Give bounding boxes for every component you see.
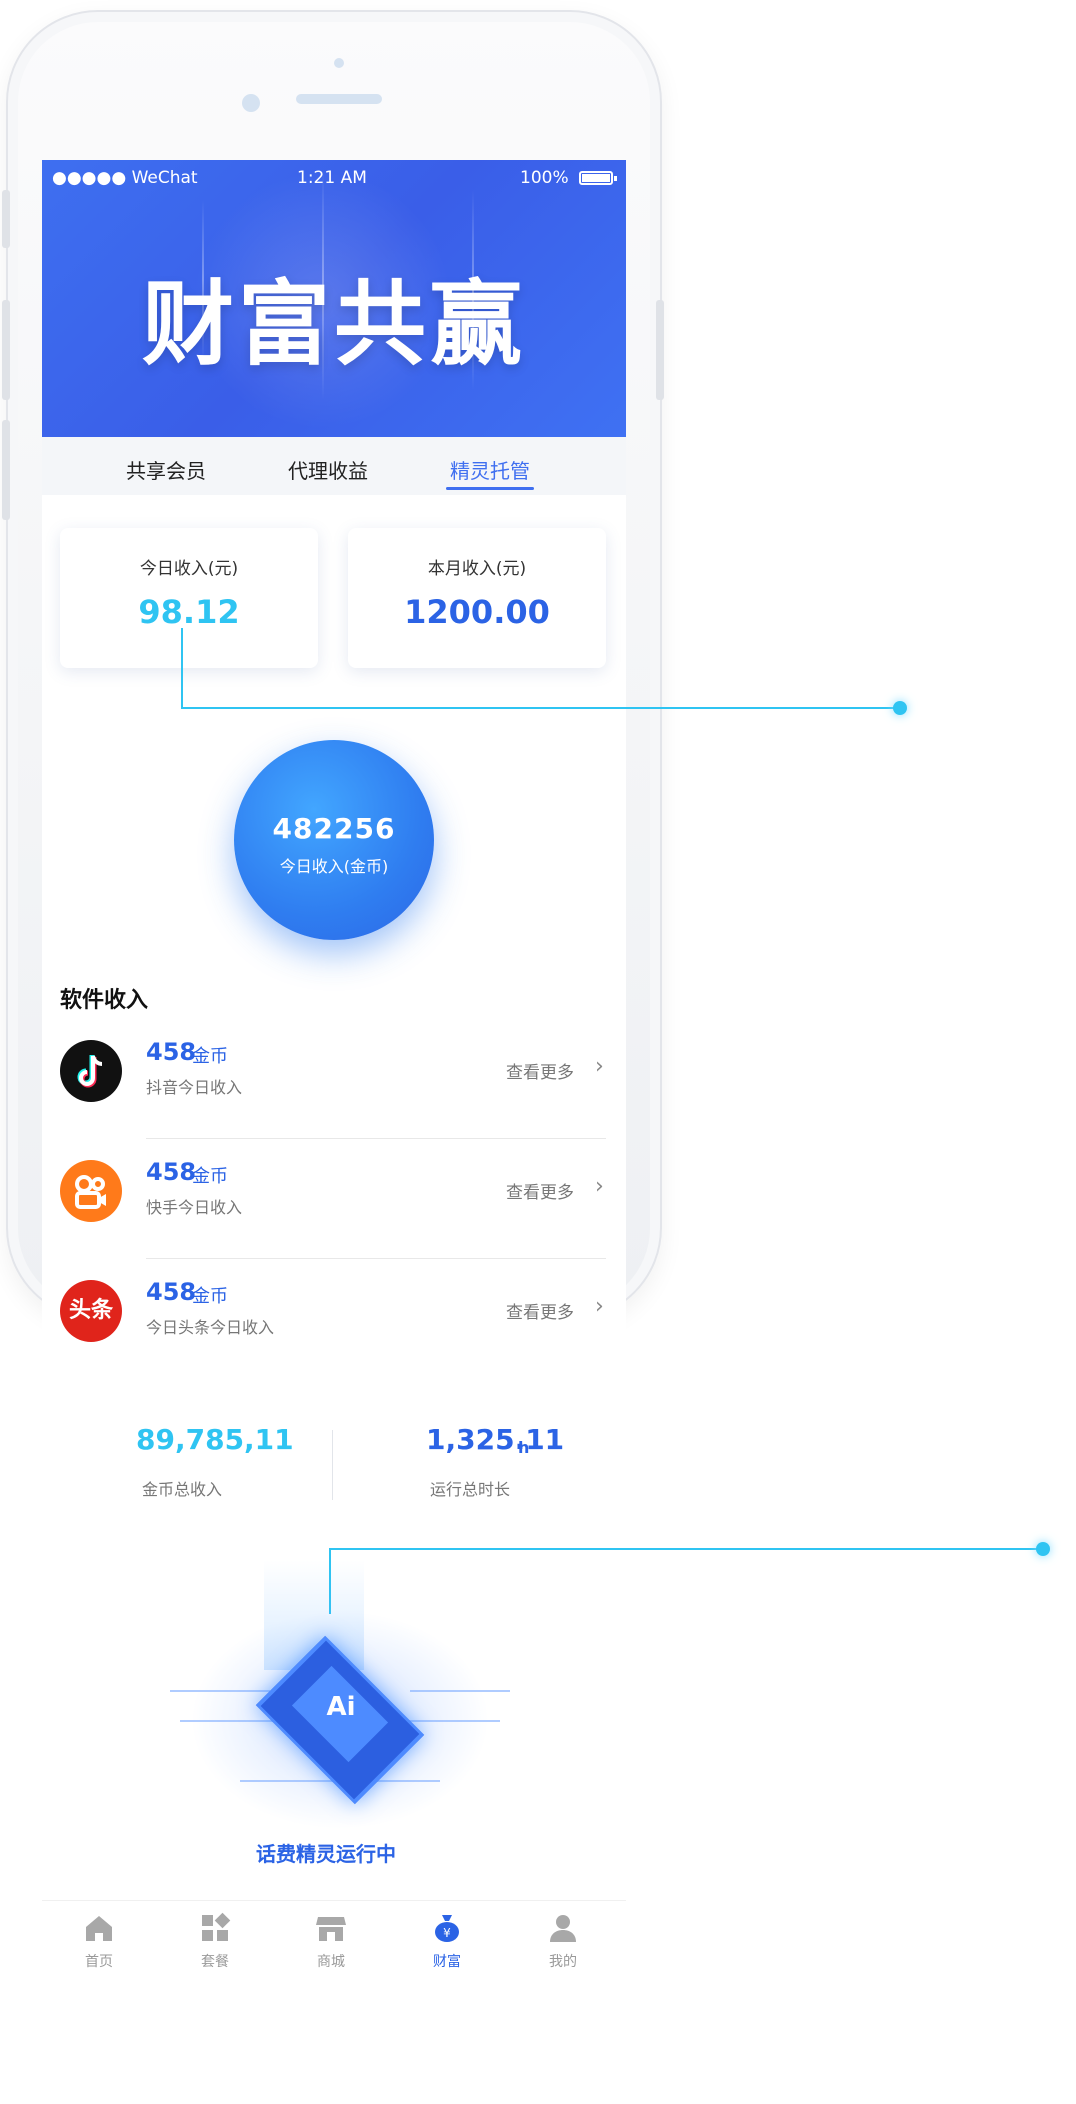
front-camera: [242, 94, 260, 112]
running-status: 话费精灵运行中: [256, 1842, 396, 1866]
today-income-value: 98.12: [138, 593, 240, 631]
coin-income-value: 482256: [272, 812, 396, 845]
bottom-nav: 首页 套餐 商城 ¥ 财富 我的: [42, 1900, 626, 1990]
hero-banner: ●●●●● WeChat 1:21 AM 100% 财富共赢: [42, 160, 626, 437]
software-income-title: 软件收入: [60, 988, 149, 1013]
status-bar: ●●●●● WeChat 1:21 AM 100%: [42, 160, 626, 192]
active-tab-indicator: [446, 487, 534, 490]
speaker: [296, 94, 382, 104]
nav-label: 首页: [85, 1954, 113, 1970]
coins-total-value: 89,785,11: [136, 1423, 294, 1456]
item-unit: 金币: [192, 1286, 228, 1307]
item-desc: 快手今日收入: [146, 1198, 243, 1217]
list-item[interactable]: 458 金币 抖音今日收入 查看更多 ›: [42, 1030, 626, 1110]
view-more-link[interactable]: 查看更多: [506, 1058, 574, 1083]
circuit-line: [410, 1690, 510, 1692]
today-income-card[interactable]: 今日收入(元) 98.12: [60, 528, 318, 668]
list-item[interactable]: 头条 458 金币 今日头条今日收入 查看更多 ›: [42, 1270, 626, 1350]
home-icon: [86, 1916, 112, 1941]
chevron-right-icon: ›: [595, 1174, 604, 1199]
power-button: [656, 300, 664, 400]
month-income-value: 1200.00: [404, 593, 550, 631]
item-amount: 458: [146, 1278, 197, 1306]
nav-label: 套餐: [201, 1954, 229, 1970]
item-desc: 今日头条今日收入: [146, 1318, 275, 1337]
nav-home[interactable]: 首页: [59, 1911, 139, 1971]
grid-icon: [202, 1912, 231, 1941]
nav-wealth[interactable]: ¥ 财富: [407, 1911, 487, 1971]
ai-chip-illustration: Ai: [150, 1590, 530, 1840]
chevron-right-icon: ›: [595, 1054, 604, 1079]
item-desc: 抖音今日收入: [146, 1078, 243, 1097]
kuaishou-icon: [60, 1160, 122, 1222]
mute-switch: [2, 190, 10, 248]
item-unit: 金币: [192, 1046, 228, 1067]
connector-line: [329, 1548, 1041, 1550]
tab-bar: 共享会员 代理收益 精灵托管: [42, 437, 626, 495]
circuit-line: [180, 1720, 280, 1722]
coin-income-circle[interactable]: 482256 今日收入(金币): [234, 740, 434, 940]
svg-text:¥: ¥: [443, 1926, 451, 1940]
runtime-total-value: 1,325.11: [426, 1423, 565, 1456]
item-amount: 458: [146, 1158, 197, 1186]
nav-label: 商城: [317, 1954, 345, 1970]
tab-sprite-hosting[interactable]: 精灵托管: [450, 455, 530, 484]
volume-down-button: [2, 420, 10, 520]
divider: [146, 1138, 606, 1139]
app-screen: ●●●●● WeChat 1:21 AM 100% 财富共赢 共享会员 代理收益…: [42, 160, 626, 1356]
item-amount: 458: [146, 1038, 197, 1066]
user-icon: [550, 1915, 576, 1942]
nav-mine[interactable]: 我的: [523, 1911, 603, 1971]
chevron-right-icon: ›: [595, 1294, 604, 1319]
volume-up-button: [2, 300, 10, 400]
view-more-link[interactable]: 查看更多: [506, 1298, 574, 1323]
hero-title: 财富共赢: [141, 271, 526, 378]
circuit-line: [400, 1720, 500, 1722]
coins-total-label: 金币总收入: [142, 1480, 223, 1499]
connector-dot: [1036, 1542, 1050, 1556]
clock: 1:21 AM: [297, 168, 367, 188]
stats-divider: [332, 1430, 333, 1500]
battery-icon: [579, 171, 617, 185]
divider: [146, 1258, 606, 1259]
nav-shop[interactable]: 商城: [291, 1911, 371, 1971]
connector-line: [181, 707, 899, 709]
today-income-label: 今日收入(元): [139, 559, 239, 579]
shop-icon: [316, 1917, 346, 1941]
tab-shared-membership[interactable]: 共享会员: [126, 455, 206, 484]
toutiao-icon: 头条: [60, 1280, 122, 1342]
tab-agent-income[interactable]: 代理收益: [288, 455, 368, 484]
wealth-icon: ¥: [435, 1915, 459, 1942]
sensor: [334, 58, 344, 68]
tiktok-icon: [60, 1040, 122, 1102]
connector-dot: [893, 701, 907, 715]
connector-line: [181, 628, 183, 708]
item-unit: 金币: [192, 1166, 228, 1187]
coin-income-label: 今日收入(金币): [279, 857, 389, 876]
nav-packages[interactable]: 套餐: [175, 1911, 255, 1971]
view-more-link[interactable]: 查看更多: [506, 1178, 574, 1203]
month-income-card[interactable]: 本月收入(元) 1200.00: [348, 528, 606, 668]
runtime-total-label: 运行总时长: [430, 1480, 511, 1499]
battery-percent: 100%: [520, 168, 569, 188]
nav-label: 我的: [549, 1954, 577, 1970]
nav-label: 财富: [433, 1954, 461, 1970]
circuit-line: [170, 1690, 270, 1692]
chip-label: Ai: [326, 1692, 356, 1722]
month-income-label: 本月收入(元): [427, 559, 527, 579]
runtime-unit: h: [518, 1438, 530, 1457]
list-item[interactable]: 458 金币 快手今日收入 查看更多 ›: [42, 1150, 626, 1230]
carrier-label: ●●●●● WeChat: [52, 168, 198, 188]
